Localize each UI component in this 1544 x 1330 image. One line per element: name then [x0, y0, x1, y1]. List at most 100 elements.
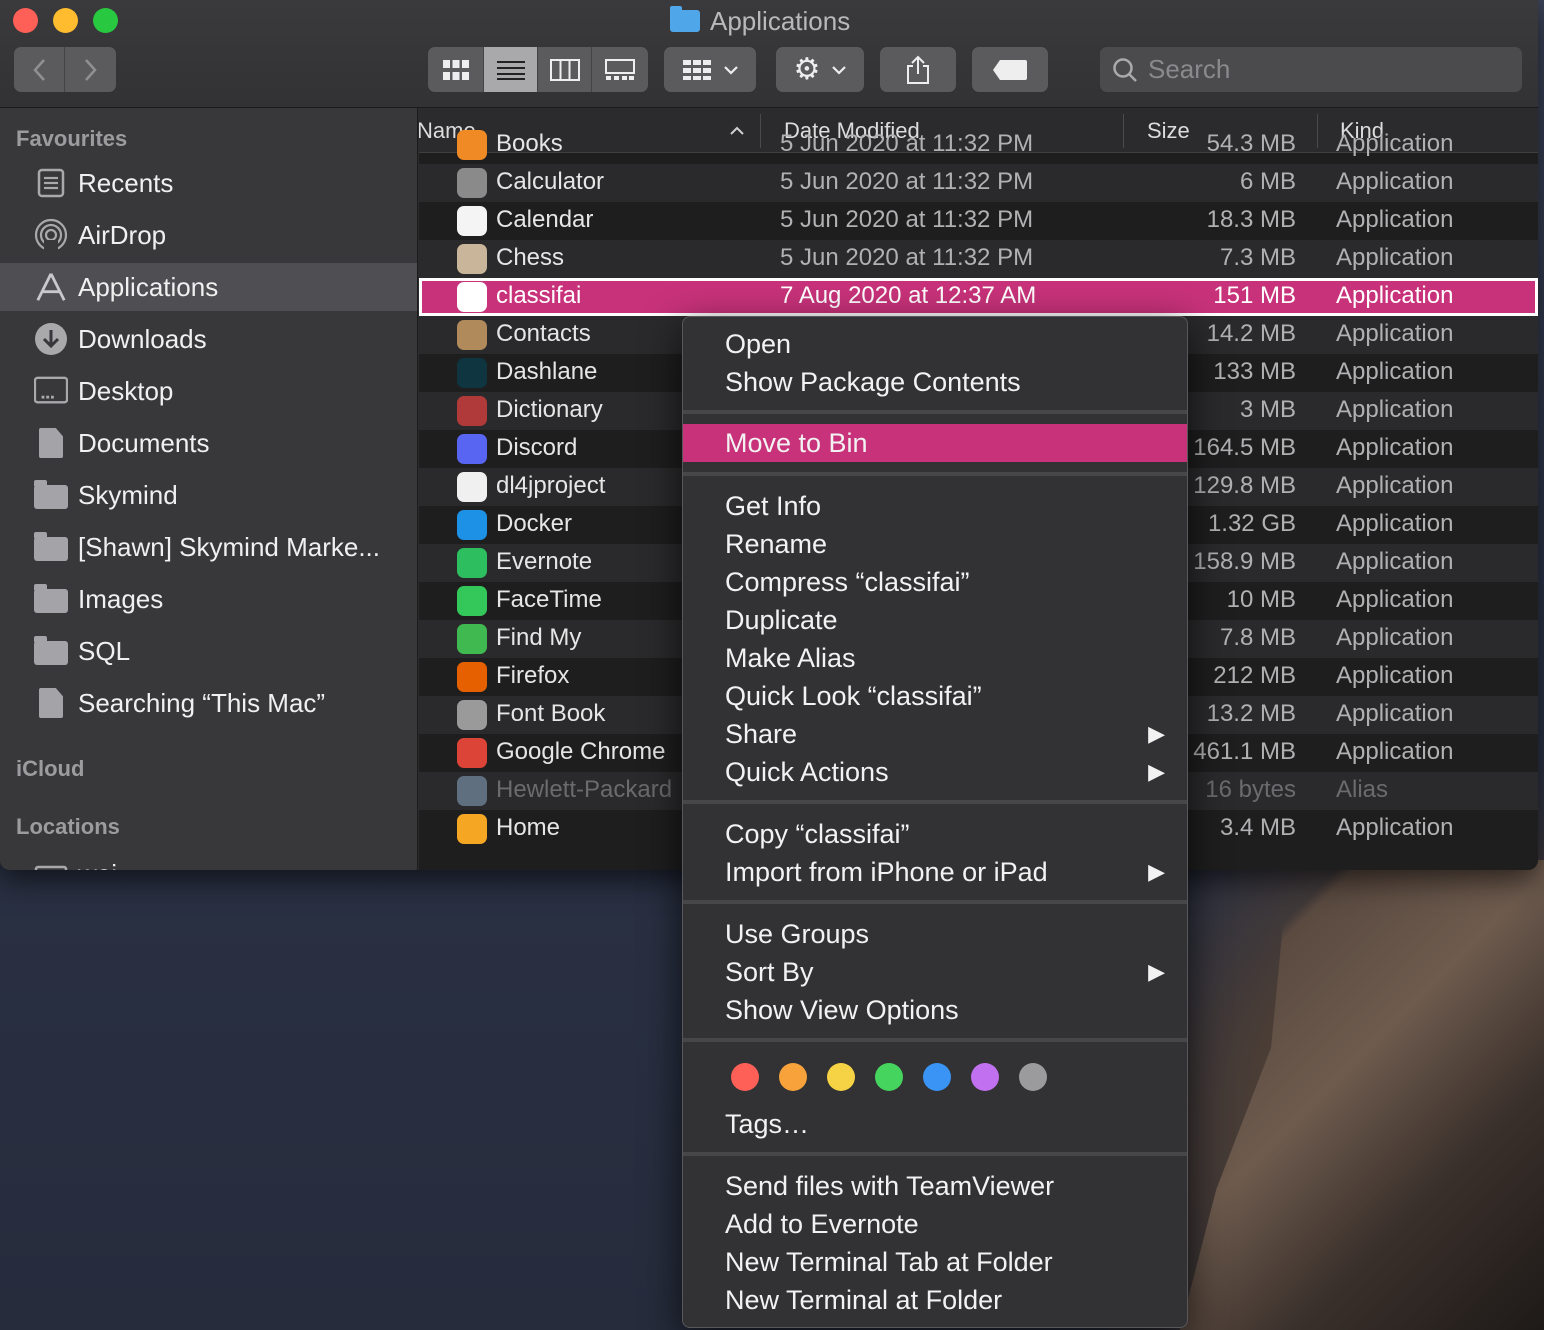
file-size: 212 MB	[1213, 662, 1296, 689]
menu-item-make-alias[interactable]: Make Alias	[683, 639, 1187, 677]
file-size: 3.4 MB	[1219, 814, 1296, 841]
file-name: Discord	[496, 434, 578, 461]
file-name: Docker	[496, 510, 573, 537]
menu-item-share[interactable]: Share ▶	[683, 715, 1187, 753]
sidebar-section-favourites: Favourites	[16, 126, 128, 151]
sidebar-item-sql[interactable]: SQL	[0, 627, 417, 675]
column-view-button[interactable]	[538, 47, 592, 92]
tag-color-dot[interactable]	[923, 1063, 951, 1091]
sidebar-item-desktop[interactable]: Desktop	[0, 367, 417, 415]
group-by-control[interactable]	[664, 47, 756, 92]
list-view-button[interactable]	[484, 47, 538, 92]
sidebar-item-label: Applications	[78, 271, 219, 302]
menu-item-copy[interactable]: Copy “classifai”	[683, 815, 1187, 853]
tag-color-dot[interactable]	[731, 1063, 759, 1091]
sidebar-item-applications[interactable]: Applications	[0, 263, 417, 311]
menu-item-send-teamviewer[interactable]: Send files with TeamViewer	[683, 1167, 1187, 1205]
sidebar-item-recents[interactable]: Recents	[0, 159, 417, 207]
table-row[interactable]: Chess 5 Jun 2020 at 11:32 PM 7.3 MB Applica…	[419, 240, 1538, 278]
file-name: Hewlett-Packard	[496, 776, 673, 803]
menu-item-tags[interactable]: Tags…	[683, 1105, 1187, 1143]
tag-color-dot[interactable]	[875, 1063, 903, 1091]
file-kind: Application	[1336, 130, 1454, 157]
menu-item-open[interactable]: Open	[683, 325, 1187, 363]
share-button[interactable]	[880, 47, 956, 92]
table-row[interactable]: Calculator 5 Jun 2020 at 11:32 PM 6 MB Appl…	[419, 164, 1538, 202]
sidebar-item-downloads[interactable]: Downloads	[0, 315, 417, 363]
action-menu-button[interactable]: ⚙	[776, 47, 864, 92]
close-window-button[interactable]	[13, 8, 38, 33]
sidebar-item-skymind[interactable]: Skymind	[0, 471, 417, 519]
tag-color-dot[interactable]	[779, 1063, 807, 1091]
tag-button[interactable]	[972, 47, 1048, 92]
computer-icon	[34, 859, 68, 870]
tag-color-dot[interactable]	[971, 1063, 999, 1091]
sidebar-item-label: Desktop	[78, 375, 174, 406]
app-icon	[457, 358, 487, 388]
app-icon	[457, 738, 487, 768]
search-input[interactable]	[1148, 54, 1508, 85]
menu-item-show-view-options[interactable]: Show View Options	[683, 991, 1187, 1029]
sidebar-item-location-wei[interactable]: wei	[0, 850, 417, 870]
app-icon	[457, 776, 487, 806]
file-size: 13.2 MB	[1206, 700, 1296, 727]
gallery-view-button[interactable]	[592, 47, 648, 92]
group-by-button[interactable]	[664, 47, 756, 92]
menu-item-compress[interactable]: Compress “classifai”	[683, 563, 1187, 601]
menu-item-new-terminal-tab[interactable]: New Terminal Tab at Folder	[683, 1243, 1187, 1281]
table-row[interactable]: Books 5 Jun 2020 at 11:32 PM 54.3 MB Applic…	[419, 126, 1538, 164]
wallpaper-rock	[1180, 860, 1544, 1330]
menu-item-duplicate[interactable]: Duplicate	[683, 601, 1187, 639]
grid-icon	[442, 59, 469, 80]
app-icon	[457, 510, 487, 540]
menu-item-new-terminal[interactable]: New Terminal at Folder	[683, 1281, 1187, 1319]
file-kind: Application	[1336, 282, 1454, 309]
context-menu: Open Show Package Contents Move to Bin G…	[682, 316, 1188, 1328]
date-modified: 7 Aug 2020 at 12:37 AM	[780, 282, 1037, 309]
sidebar-item-documents[interactable]: Documents	[0, 419, 417, 467]
file-kind: Application	[1336, 320, 1454, 347]
menu-item-rename[interactable]: Rename	[683, 525, 1187, 563]
menu-item-quick-look[interactable]: Quick Look “classifai”	[683, 677, 1187, 715]
menu-separator	[683, 900, 1187, 904]
sidebar-item-shawn-skymind[interactable]: [Shawn] Skymind Marke...	[0, 523, 417, 571]
tag-icon	[993, 59, 1027, 80]
menu-item-get-info[interactable]: Get Info	[683, 487, 1187, 525]
menu-item-add-to-evernote[interactable]: Add to Evernote	[683, 1205, 1187, 1243]
menu-item-show-package-contents[interactable]: Show Package Contents	[683, 363, 1187, 401]
app-icon	[457, 282, 487, 312]
menu-item-import-from-iphone[interactable]: Import from iPhone or iPad ▶	[683, 853, 1187, 891]
share-control[interactable]	[880, 47, 956, 92]
folder-icon	[34, 636, 68, 666]
minimize-window-button[interactable]	[53, 8, 78, 33]
search-field[interactable]	[1100, 47, 1522, 92]
menu-item-move-to-bin[interactable]: Move to Bin	[683, 424, 1187, 462]
sidebar-item-airdrop[interactable]: AirDrop	[0, 211, 417, 259]
menu-item-quick-actions[interactable]: Quick Actions ▶	[683, 753, 1187, 791]
forward-button[interactable]	[65, 47, 116, 92]
tag-control[interactable]	[972, 47, 1048, 92]
file-kind: Application	[1336, 510, 1454, 537]
menu-item-sort-by[interactable]: Sort By ▶	[683, 953, 1187, 991]
app-icon	[457, 244, 487, 274]
tag-color-dot[interactable]	[827, 1063, 855, 1091]
zoom-window-button[interactable]	[93, 8, 118, 33]
back-button[interactable]	[14, 47, 65, 92]
file-kind: Application	[1336, 814, 1454, 841]
table-row-selected[interactable]: classifai 7 Aug 2020 at 12:37 AM 151 MB App…	[419, 278, 1538, 316]
file-kind: Application	[1336, 358, 1454, 385]
menu-item-use-groups[interactable]: Use Groups	[683, 915, 1187, 953]
sidebar-item-images[interactable]: Images	[0, 575, 417, 623]
submenu-arrow-icon: ▶	[1148, 721, 1165, 746]
folder-icon	[34, 480, 68, 510]
tag-color-dot[interactable]	[1019, 1063, 1047, 1091]
icon-view-button[interactable]	[428, 47, 484, 92]
table-row[interactable]: Calendar 5 Jun 2020 at 11:32 PM 18.3 MB App…	[419, 202, 1538, 240]
sidebar-item-searching-this-mac[interactable]: Searching “This Mac”	[0, 679, 417, 727]
document-icon	[34, 688, 68, 718]
file-size: 6 MB	[1239, 168, 1296, 195]
menu-item-label: Import from iPhone or iPad	[725, 857, 1048, 887]
action-control[interactable]: ⚙	[776, 47, 864, 92]
menu-item-label: Share	[725, 719, 798, 749]
sidebar-section-icloud: iCloud	[16, 756, 85, 781]
